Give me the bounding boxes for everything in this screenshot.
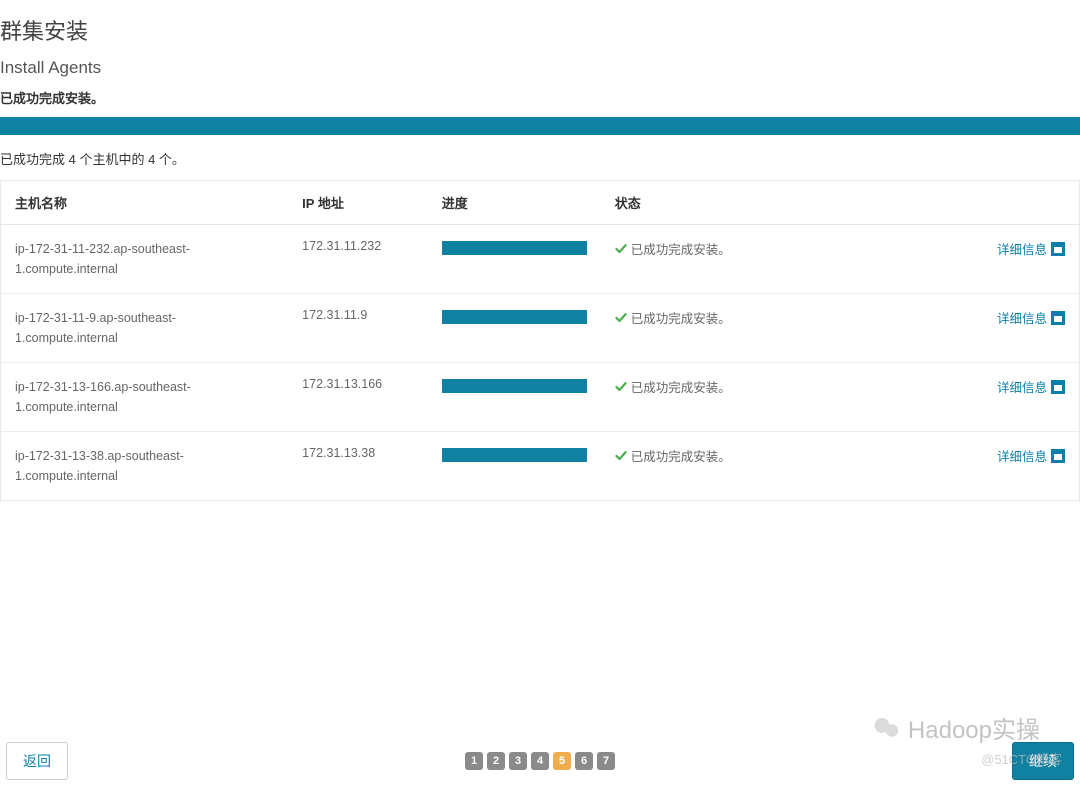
ip-address: 172.31.13.38 [288, 432, 428, 501]
column-header-progress[interactable]: 进度 [428, 181, 601, 225]
page-button-2[interactable]: 2 [487, 752, 505, 770]
status-text: 已成功完成安装。 [631, 450, 731, 464]
ip-address: 172.31.13.166 [288, 363, 428, 432]
table-row: ip-172-31-11-9.ap-southeast-1.compute.in… [1, 294, 1080, 363]
page-button-6[interactable]: 6 [575, 752, 593, 770]
popup-icon[interactable] [1051, 311, 1065, 325]
column-header-host[interactable]: 主机名称 [1, 181, 289, 225]
host-name: ip-172-31-13-166.ap-southeast-1.compute.… [15, 377, 274, 417]
pagination: 1234567 [465, 752, 615, 770]
table-row: ip-172-31-13-166.ap-southeast-1.compute.… [1, 363, 1080, 432]
column-header-ip[interactable]: IP 地址 [288, 181, 428, 225]
column-header-status[interactable]: 状态 [601, 181, 942, 225]
overall-progress-bar [0, 117, 1080, 135]
row-progress-bar [442, 310, 587, 324]
success-message: 已成功完成安装。 [0, 88, 1080, 117]
host-name: ip-172-31-11-9.ap-southeast-1.compute.in… [15, 308, 274, 348]
row-progress-bar [442, 379, 587, 393]
host-name: ip-172-31-13-38.ap-southeast-1.compute.i… [15, 446, 274, 486]
popup-icon[interactable] [1051, 449, 1065, 463]
popup-icon[interactable] [1051, 242, 1065, 256]
page-button-5[interactable]: 5 [553, 752, 571, 770]
status-text: 已成功完成安装。 [631, 243, 731, 257]
page-button-1[interactable]: 1 [465, 752, 483, 770]
popup-icon[interactable] [1051, 380, 1065, 394]
check-icon [615, 243, 627, 255]
row-progress-bar [442, 241, 587, 255]
page-button-4[interactable]: 4 [531, 752, 549, 770]
ip-address: 172.31.11.232 [288, 225, 428, 294]
check-icon [615, 312, 627, 324]
page-title: 群集安装 [0, 0, 1080, 52]
detail-link[interactable]: 详细信息 [997, 243, 1047, 257]
status-text: 已成功完成安装。 [631, 381, 731, 395]
page-subtitle: Install Agents [0, 52, 1080, 88]
continue-button[interactable]: 继续 [1012, 742, 1074, 780]
detail-link[interactable]: 详细信息 [997, 312, 1047, 326]
table-row: ip-172-31-13-38.ap-southeast-1.compute.i… [1, 432, 1080, 501]
footer-bar: 返回 1234567 继续 [0, 732, 1080, 790]
table-row: ip-172-31-11-232.ap-southeast-1.compute.… [1, 225, 1080, 294]
host-name: ip-172-31-11-232.ap-southeast-1.compute.… [15, 239, 274, 279]
status-text: 已成功完成安装。 [631, 312, 731, 326]
hosts-table: 主机名称 IP 地址 进度 状态 ip-172-31-11-232.ap-sou… [0, 180, 1080, 501]
row-progress-bar [442, 448, 587, 462]
check-icon [615, 381, 627, 393]
page-button-3[interactable]: 3 [509, 752, 527, 770]
page-button-7[interactable]: 7 [597, 752, 615, 770]
detail-link[interactable]: 详细信息 [997, 450, 1047, 464]
detail-link[interactable]: 详细信息 [997, 381, 1047, 395]
summary-text: 已成功完成 4 个主机中的 4 个。 [0, 149, 1080, 180]
back-button[interactable]: 返回 [6, 742, 68, 780]
column-header-detail [941, 181, 1079, 225]
check-icon [615, 450, 627, 462]
ip-address: 172.31.11.9 [288, 294, 428, 363]
